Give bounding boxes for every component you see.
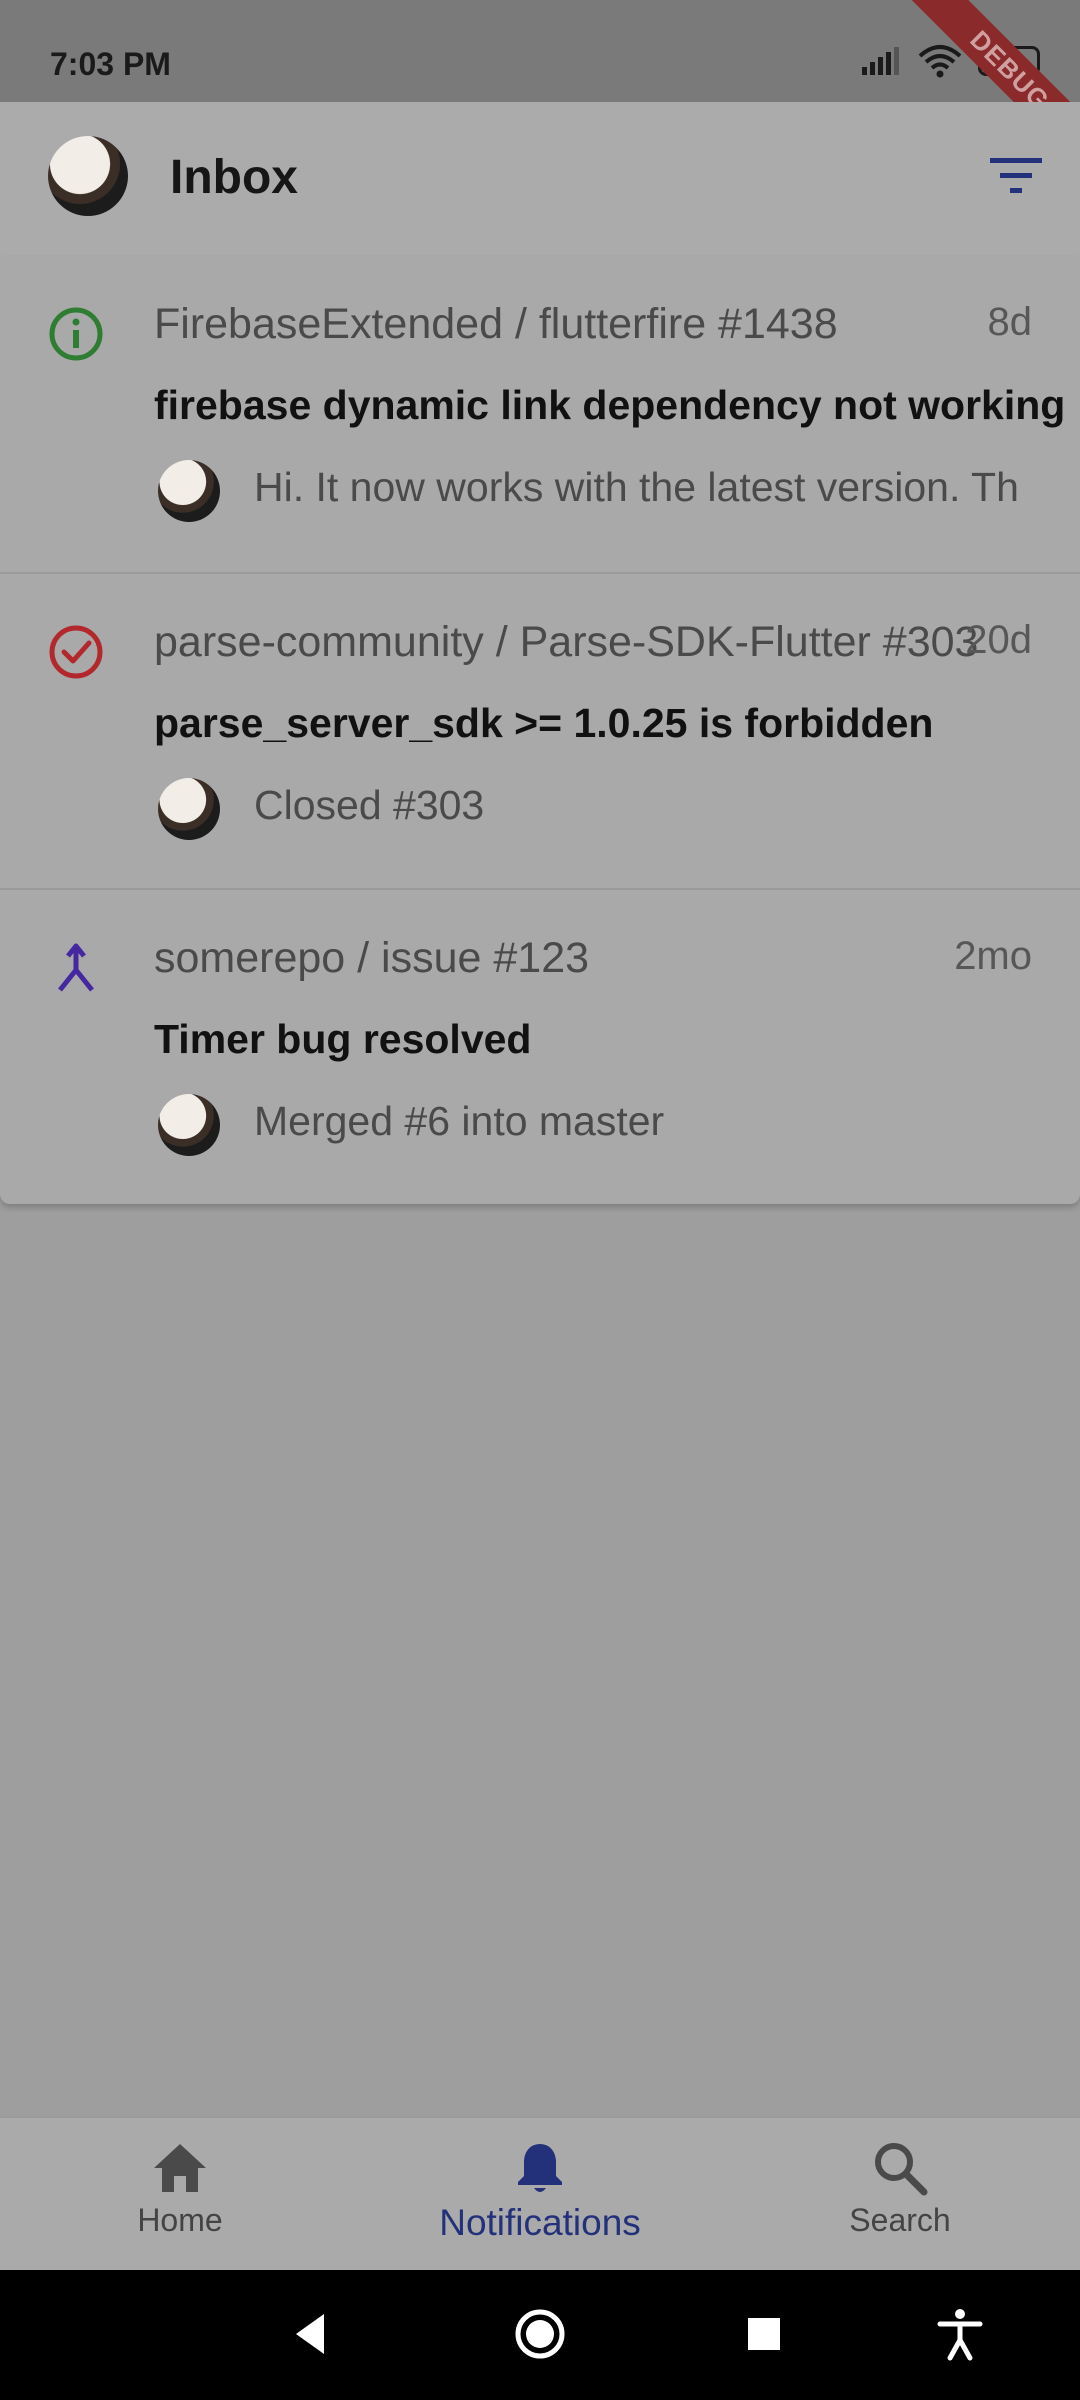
notification-title: Timer bug resolved bbox=[154, 1016, 532, 1062]
notification-item[interactable]: FirebaseExtended / flutterfire #1438 8d … bbox=[0, 256, 1080, 572]
notification-time: 20d bbox=[965, 618, 1032, 662]
search-icon bbox=[875, 2143, 928, 2196]
notification-title: firebase dynamic link dependency not wor… bbox=[154, 382, 1066, 428]
notification-item[interactable]: somerepo / issue #123 2mo Timer bug reso… bbox=[0, 888, 1080, 1206]
status-time: 7:03 PM bbox=[50, 46, 171, 82]
wifi-icon bbox=[918, 45, 962, 78]
home-button-icon[interactable] bbox=[510, 2304, 570, 2364]
app-bar: Inbox bbox=[0, 102, 1080, 256]
back-icon[interactable] bbox=[282, 2304, 342, 2364]
nav-notifications-label: Notifications bbox=[439, 2202, 641, 2243]
notification-repo: FirebaseExtended / flutterfire #1438 bbox=[154, 300, 838, 348]
notification-preview: Merged #6 into master bbox=[254, 1098, 665, 1144]
nav-home-label: Home bbox=[137, 2202, 223, 2238]
notification-repo: somerepo / issue #123 bbox=[154, 934, 590, 982]
status-bar: 7:03 PM 98 bbox=[0, 0, 1080, 102]
notification-list: FirebaseExtended / flutterfire #1438 8d … bbox=[0, 256, 1080, 1204]
info-circle-icon bbox=[49, 307, 103, 361]
notification-item[interactable]: parse-community / Parse-SDK-Flutter #303… bbox=[0, 572, 1080, 890]
notification-preview: Hi. It now works with the latest version… bbox=[254, 464, 1019, 510]
notification-repo: parse-community / Parse-SDK-Flutter #303 bbox=[154, 618, 979, 666]
signal-icon bbox=[862, 47, 899, 75]
notification-preview: Closed #303 bbox=[254, 782, 485, 828]
profile-avatar[interactable] bbox=[48, 136, 128, 216]
bottom-navigation: Home Notifications Search bbox=[0, 2116, 1080, 2272]
avatar bbox=[158, 460, 220, 522]
nav-notifications[interactable]: Notifications bbox=[410, 2138, 670, 2244]
nav-search[interactable]: Search bbox=[770, 2138, 1030, 2239]
avatar bbox=[158, 778, 220, 840]
accessibility-icon[interactable] bbox=[930, 2304, 990, 2364]
nav-home[interactable]: Home bbox=[50, 2138, 310, 2239]
notification-time: 8d bbox=[987, 300, 1033, 344]
page-title: Inbox bbox=[170, 151, 298, 204]
notification-time: 2mo bbox=[954, 934, 1032, 978]
home-icon bbox=[154, 2144, 206, 2192]
merge-icon bbox=[58, 943, 94, 992]
avatar bbox=[158, 1094, 220, 1156]
notification-title: parse_server_sdk >= 1.0.25 is forbidden bbox=[154, 700, 934, 746]
check-circle-icon bbox=[49, 625, 103, 679]
system-navigation-bar bbox=[0, 2270, 1080, 2400]
filter-list-icon[interactable] bbox=[988, 152, 1044, 200]
nav-search-label: Search bbox=[849, 2202, 951, 2238]
recents-icon[interactable] bbox=[734, 2304, 794, 2364]
bell-icon bbox=[518, 2144, 562, 2192]
